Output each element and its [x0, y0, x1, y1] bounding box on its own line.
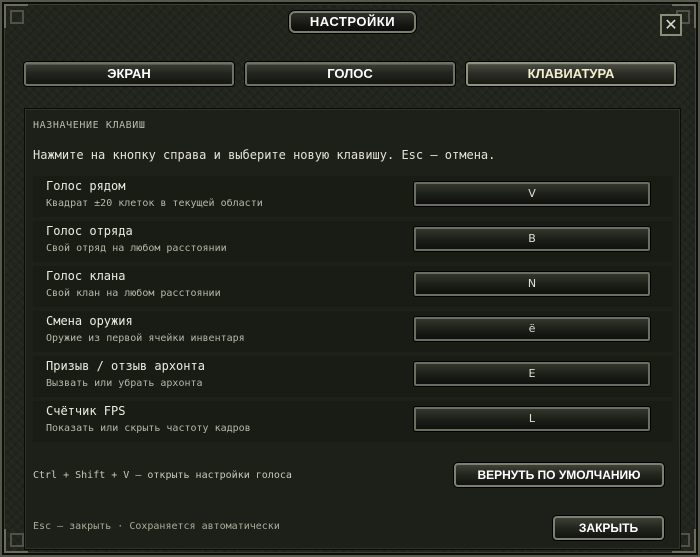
binding-row-party-voice: Голос отряда Свой отряд на любом расстоя… [33, 221, 673, 262]
binding-title: Голос клана [46, 269, 126, 283]
close-icon[interactable]: ✕ [660, 14, 682, 36]
binding-description: Оружие из первой ячейки инвентаря [46, 333, 245, 344]
binding-title: Призыв / отзыв архонта [46, 359, 205, 373]
corner-ornament [4, 4, 28, 28]
binding-row-weapon-swap: Смена оружия Оружие из первой ячейки инв… [33, 311, 673, 352]
section-title: НАЗНАЧЕНИЕ КЛАВИШ [33, 120, 146, 131]
binding-title: Смена оружия [46, 314, 133, 328]
key-button-nearby-voice[interactable]: V [414, 182, 650, 206]
settings-window: НАСТРОЙКИ ✕ ЭКРАН ГОЛОС КЛАВИАТУРА НАЗНА… [0, 0, 700, 557]
key-button-clan-voice[interactable]: N [414, 272, 650, 296]
binding-row-archon: Призыв / отзыв архонта Вызвать или убрат… [33, 356, 673, 397]
tab-keyboard[interactable]: КЛАВИАТУРА [466, 62, 676, 86]
binding-description: Квадрат ±20 клеток в текущей области [46, 198, 263, 209]
tab-voice[interactable]: ГОЛОС [245, 62, 455, 86]
status-text: Esc — закрыть · Сохраняется автоматическ… [33, 521, 280, 532]
binding-description: Свой клан на любом расстоянии [46, 288, 221, 299]
binding-title: Голос отряда [46, 224, 133, 238]
binding-row-fps-counter: Счётчик FPS Показать или скрыть частоту … [33, 401, 673, 442]
binding-title: Счётчик FPS [46, 404, 126, 418]
reset-defaults-button[interactable]: ВЕРНУТЬ ПО УМОЛЧАНИЮ [454, 463, 664, 487]
binding-row-clan-voice: Голос клана Свой клан на любом расстояни… [33, 266, 673, 307]
key-button-party-voice[interactable]: B [414, 227, 650, 251]
key-button-fps-counter[interactable]: L [414, 407, 650, 431]
key-button-weapon-swap[interactable]: ё [414, 317, 650, 341]
key-button-archon[interactable]: E [414, 362, 650, 386]
window-title: НАСТРОЙКИ [289, 11, 416, 33]
voice-shortcut-note: Ctrl + Shift + V — открыть настройки гол… [33, 470, 292, 481]
binding-description: Вызвать или убрать архонта [46, 378, 203, 389]
tab-screen[interactable]: ЭКРАН [24, 62, 234, 86]
binding-description: Свой отряд на любом расстоянии [46, 243, 227, 254]
instruction-text: Нажмите на кнопку справа и выберите нову… [33, 148, 496, 162]
binding-title: Голос рядом [46, 179, 126, 193]
binding-row-nearby-voice: Голос рядом Квадрат ±20 клеток в текущей… [33, 176, 673, 217]
binding-description: Показать или скрыть частоту кадров [46, 423, 251, 434]
close-button[interactable]: ЗАКРЫТЬ [553, 516, 664, 540]
